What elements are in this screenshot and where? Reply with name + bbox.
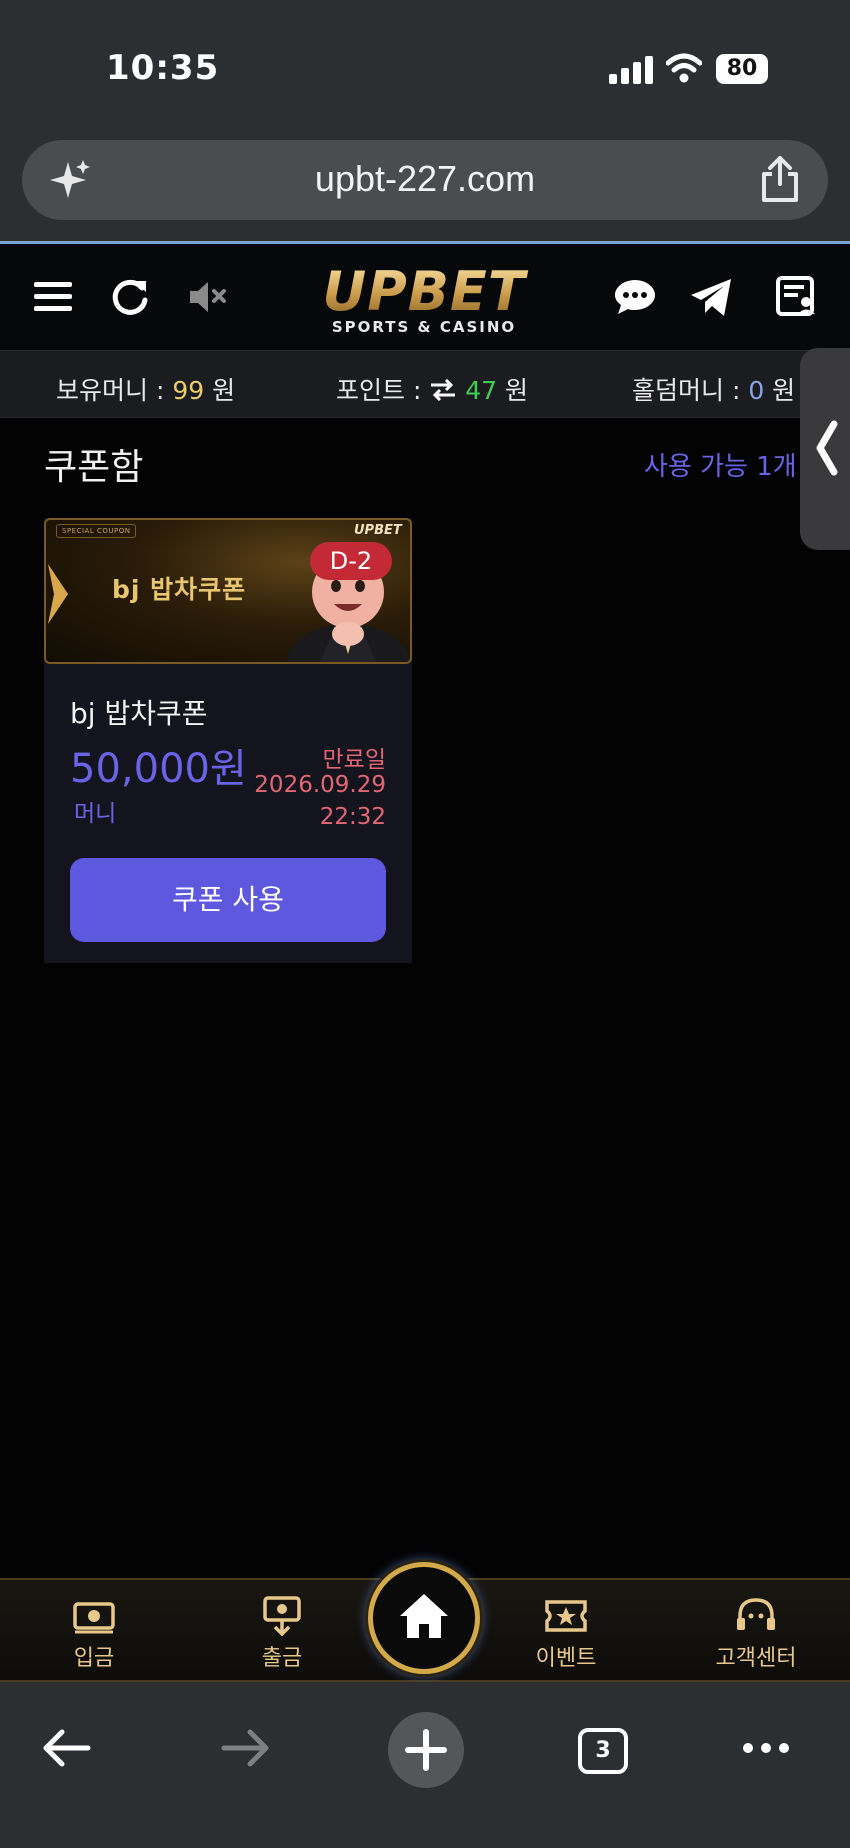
chevron-right-icon [48, 564, 68, 624]
coupon-type: 머니 [74, 801, 117, 827]
money-unit: 원 [204, 376, 236, 405]
browser-address-area: upbt-227.com [0, 140, 850, 242]
wifi-icon [666, 53, 702, 83]
special-coupon-badge: SPECIAL COUPON [56, 524, 137, 538]
browser-toolbar: 3 [0, 1682, 850, 1848]
chevron-left-icon [816, 420, 838, 476]
holdem-balance: 홀덤머니 : 0 원 [632, 371, 795, 407]
available-coupon-count: 사용 가능 1개 [644, 452, 797, 482]
banner-coupon-name: bj 밥차쿠폰 [112, 575, 247, 604]
chat-icon[interactable] [612, 274, 658, 320]
expiry-label: 만료일 [322, 747, 386, 773]
coupon-card: SPECIAL COUPON UPBET bj 밥차쿠폰 D-2 bj 밥차쿠폰… [44, 518, 412, 963]
plus-icon [405, 1729, 447, 1771]
status-time: 10:35 [106, 48, 220, 88]
battery-indicator: 80 [716, 54, 768, 84]
point-balance: 포인트 : 47 원 [336, 371, 528, 407]
status-bar: 10:35 80 [0, 0, 850, 140]
deposit-icon [73, 1602, 115, 1634]
site-header: UPBET SPORTS & CASINO [0, 244, 850, 350]
holdem-value: 0 [748, 376, 765, 405]
holdem-label: 홀덤머니 : [632, 376, 749, 405]
coupon-amount: 50,000원 [70, 746, 247, 792]
cellular-signal-icon [609, 56, 653, 84]
support-headset-icon [737, 1598, 775, 1630]
nav-withdraw-label: 출금 [261, 1646, 303, 1671]
point-label: 포인트 : [336, 376, 430, 405]
home-icon [400, 1594, 448, 1638]
exchange-icon[interactable] [429, 378, 457, 402]
logo-wordmark: UPBET [306, 264, 542, 320]
coupon-banner: SPECIAL COUPON UPBET bj 밥차쿠폰 D-2 [44, 518, 412, 664]
use-coupon-button[interactable]: 쿠폰 사용 [70, 858, 386, 942]
expiry-time: 22:32 [319, 804, 386, 830]
refresh-icon[interactable] [108, 274, 154, 320]
withdraw-icon [263, 1596, 301, 1636]
url-text[interactable]: upbt-227.com [22, 158, 828, 200]
balance-bar: 보유머니 : 99 원 포인트 : 47 원 홀덤머니 : 0 원 [0, 350, 850, 418]
money-balance: 보유머니 : 99 원 [56, 371, 235, 407]
new-tab-button[interactable] [388, 1712, 464, 1788]
dday-badge: D-2 [310, 542, 392, 580]
nav-support-label: 고객센터 [715, 1646, 797, 1671]
coupon-box-title: 쿠폰함 [44, 447, 144, 488]
profile-card-icon[interactable] [774, 274, 820, 320]
telegram-icon[interactable] [688, 274, 734, 320]
forward-arrow-icon[interactable] [220, 1726, 272, 1770]
event-ticket-icon [545, 1600, 587, 1632]
nav-withdraw[interactable]: 출금 [222, 1596, 342, 1672]
coupon-name: bj 밥차쿠폰 [70, 697, 208, 730]
logo-tagline: SPORTS & CASINO [331, 318, 517, 336]
mute-icon[interactable] [186, 274, 232, 320]
point-value: 47 [465, 376, 498, 405]
nav-deposit[interactable]: 입금 [34, 1596, 154, 1672]
hamburger-menu-icon[interactable] [32, 274, 78, 320]
nav-event-label: 이벤트 [535, 1646, 597, 1671]
holdem-unit: 원 [764, 376, 796, 405]
money-label: 보유머니 : [56, 376, 173, 405]
back-arrow-icon[interactable] [40, 1726, 92, 1770]
address-bar[interactable]: upbt-227.com [22, 140, 828, 220]
expiry-date: 2026.09.29 [254, 772, 386, 798]
money-value: 99 [172, 376, 205, 405]
home-button[interactable] [368, 1562, 480, 1674]
nav-deposit-label: 입금 [73, 1646, 115, 1671]
tabs-count-button[interactable]: 3 [578, 1728, 628, 1774]
more-options-icon[interactable] [740, 1726, 792, 1770]
point-unit: 원 [497, 376, 529, 405]
nav-event[interactable]: 이벤트 [506, 1596, 626, 1672]
side-drawer-tab[interactable] [800, 348, 850, 550]
upbet-logo[interactable]: UPBET SPORTS & CASINO [306, 264, 542, 344]
share-icon[interactable] [758, 154, 802, 204]
nav-support[interactable]: 고객센터 [696, 1596, 816, 1672]
